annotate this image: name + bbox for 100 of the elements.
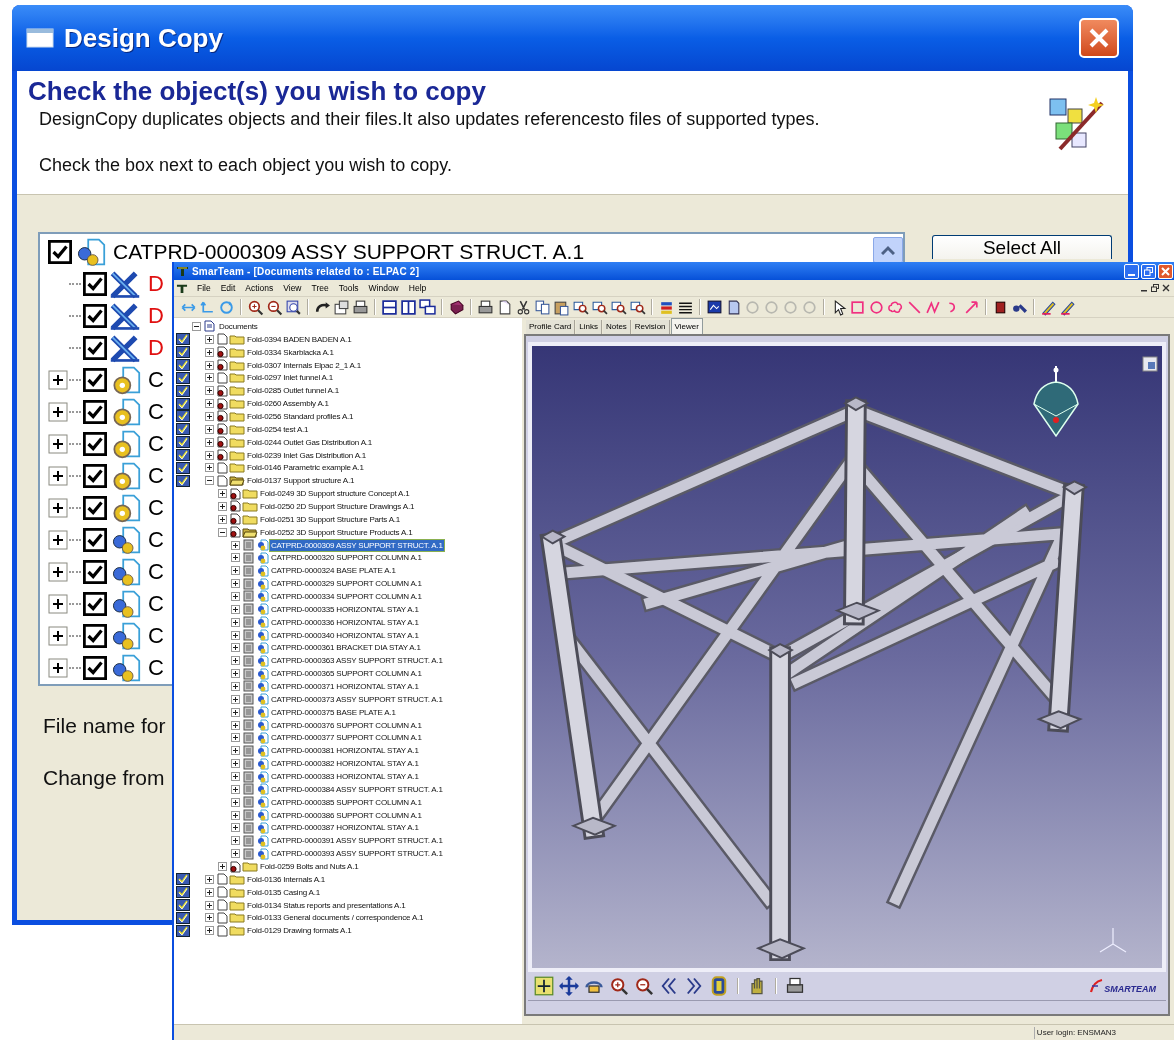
menu-item[interactable]: Actions <box>245 281 274 295</box>
object-name[interactable]: C <box>148 432 164 456</box>
previous-icon[interactable] <box>659 976 679 996</box>
close-button[interactable] <box>1079 18 1119 58</box>
checkbox[interactable] <box>83 368 107 392</box>
node-label[interactable]: CATPRD-0000336 HORIZONTAL STAY A.1 <box>270 616 420 628</box>
expand-icon[interactable] <box>231 643 240 653</box>
node-label[interactable]: Fold-0252 3D Support Structure Products A.1 <box>259 526 414 538</box>
node-label[interactable]: Fold-0133 General documents / correspondence A.1 <box>246 912 425 924</box>
expand-icon[interactable] <box>218 489 227 499</box>
node-label[interactable]: CATPRD-0000371 HORIZONTAL STAY A.1 <box>270 681 420 692</box>
zoom-area-icon[interactable] <box>634 976 654 996</box>
view-icon[interactable] <box>1142 356 1158 372</box>
expand-icon[interactable] <box>48 594 68 614</box>
object-name[interactable]: D <box>148 336 164 360</box>
collapse-icon[interactable] <box>192 321 201 331</box>
node-label[interactable]: Fold-0129 Drawing formats A.1 <box>246 925 353 937</box>
restore-button[interactable] <box>1141 263 1156 279</box>
expand-icon[interactable] <box>205 399 214 409</box>
expand-icon[interactable] <box>231 707 240 717</box>
checkbox[interactable] <box>83 336 107 360</box>
expand-icon[interactable] <box>205 874 214 884</box>
menu-item[interactable]: Tree <box>311 281 329 295</box>
expand-icon[interactable] <box>231 591 240 601</box>
collapse-icon[interactable] <box>218 527 227 537</box>
expand-icon[interactable] <box>231 540 240 550</box>
node-label[interactable]: CATPRD-0000335 HORIZONTAL STAY A.1 <box>270 603 420 615</box>
zoom-icon[interactable] <box>609 976 629 996</box>
scroll-up-button[interactable] <box>873 237 903 263</box>
expand-icon[interactable] <box>205 424 214 434</box>
menu-item[interactable]: Window <box>368 281 399 295</box>
expand-icon[interactable] <box>205 360 214 370</box>
object-name[interactable]: C <box>148 496 164 520</box>
next-icon[interactable] <box>684 976 704 996</box>
checkbox[interactable] <box>83 304 107 328</box>
node-label[interactable]: CATPRD-0000384 ASSY SUPPORT STRUCT. A.1 <box>270 783 444 795</box>
expand-icon[interactable] <box>231 797 240 807</box>
expand-icon[interactable] <box>231 579 240 589</box>
node-label[interactable]: Documents <box>218 320 259 332</box>
node-label[interactable]: Fold-0136 Internals A.1 <box>246 873 327 885</box>
expand-icon[interactable] <box>48 626 68 646</box>
checkbox[interactable] <box>83 560 107 584</box>
expand-icon[interactable] <box>48 466 68 486</box>
arrow-icon[interactable] <box>963 298 980 316</box>
checkbox[interactable] <box>83 432 107 456</box>
node-label[interactable]: CATPRD-0000361 BRACKET DIA STAY A.1 <box>270 642 422 654</box>
checkbox[interactable] <box>83 656 107 680</box>
pen-icon[interactable] <box>1040 298 1057 316</box>
node-label[interactable]: Fold-0134 Status reports and presentations A.1 <box>246 899 407 911</box>
zoom-window-icon[interactable] <box>285 298 302 316</box>
close-button[interactable] <box>1158 263 1173 279</box>
expand-icon[interactable] <box>205 926 214 936</box>
expand-icon[interactable] <box>48 658 68 678</box>
node-label[interactable]: CATPRD-0000375 BASE PLATE A.1 <box>270 706 397 718</box>
object-name[interactable]: CATPRD-0000309 ASSY SUPPORT STRUCT. A.1 <box>113 241 585 263</box>
object-name[interactable]: C <box>148 368 164 392</box>
node-label[interactable]: Fold-0146 Parametric example A.1 <box>246 462 365 474</box>
expand-icon[interactable] <box>48 498 68 518</box>
node-label[interactable]: CATPRD-0000329 SUPPORT COLUMN A.1 <box>270 578 423 590</box>
expand-icon[interactable] <box>231 617 240 627</box>
zoom-in-icon[interactable] <box>247 298 264 316</box>
expand-icon[interactable] <box>205 386 214 396</box>
object-name[interactable]: C <box>148 560 164 584</box>
object-name[interactable]: C <box>148 400 164 424</box>
expand-icon[interactable] <box>231 836 240 846</box>
tab[interactable]: Profile Card <box>526 320 576 334</box>
expand-icon[interactable] <box>231 656 240 666</box>
node-label[interactable]: CATPRD-0000377 SUPPORT COLUMN A.1 <box>270 732 423 744</box>
menu-item[interactable]: View <box>283 281 302 295</box>
object-name[interactable]: C <box>148 656 164 680</box>
node-label[interactable]: CATPRD-0000334 SUPPORT COLUMN A.1 <box>270 590 423 602</box>
expand-icon[interactable] <box>205 887 214 897</box>
menu-item[interactable]: Tools <box>338 281 359 295</box>
checkbox[interactable] <box>83 592 107 616</box>
expand-icon[interactable] <box>231 630 240 640</box>
expand-icon[interactable] <box>48 402 68 422</box>
expand-icon[interactable] <box>205 913 214 923</box>
node-label[interactable]: CATPRD-0000391 ASSY SUPPORT STRUCT. A.1 <box>270 835 444 847</box>
image-icon[interactable] <box>706 298 723 316</box>
tab[interactable]: Revision <box>631 320 670 334</box>
cut-icon[interactable] <box>515 298 532 316</box>
object-name[interactable]: C <box>148 464 164 488</box>
expand-icon[interactable] <box>48 434 68 454</box>
node-label[interactable]: CATPRD-0000383 HORIZONTAL STAY A.1 <box>270 771 420 782</box>
pan-icon[interactable] <box>559 976 579 996</box>
minimize-button[interactable] <box>1124 263 1139 279</box>
node-label[interactable]: Fold-0250 2D Support Structure Drawings A.1 <box>259 500 416 512</box>
pen-icon[interactable] <box>1059 298 1076 316</box>
node-label[interactable]: Fold-0254 test A.1 <box>246 423 310 435</box>
object-name[interactable]: C <box>148 528 164 552</box>
select-all-button[interactable]: Select All <box>932 235 1112 259</box>
collapse-icon[interactable] <box>205 476 214 486</box>
node-label[interactable]: Fold-0249 3D Support structure Concept A.1 <box>259 488 411 500</box>
expand-icon[interactable] <box>205 450 214 460</box>
object-name[interactable]: D <box>148 304 164 328</box>
expand-icon[interactable] <box>231 604 240 614</box>
checkbox[interactable] <box>48 240 72 264</box>
node-label[interactable]: CATPRD-0000324 BASE PLATE A.1 <box>270 565 397 577</box>
expand-icon[interactable] <box>231 553 240 563</box>
fit-all-icon[interactable] <box>534 976 554 996</box>
